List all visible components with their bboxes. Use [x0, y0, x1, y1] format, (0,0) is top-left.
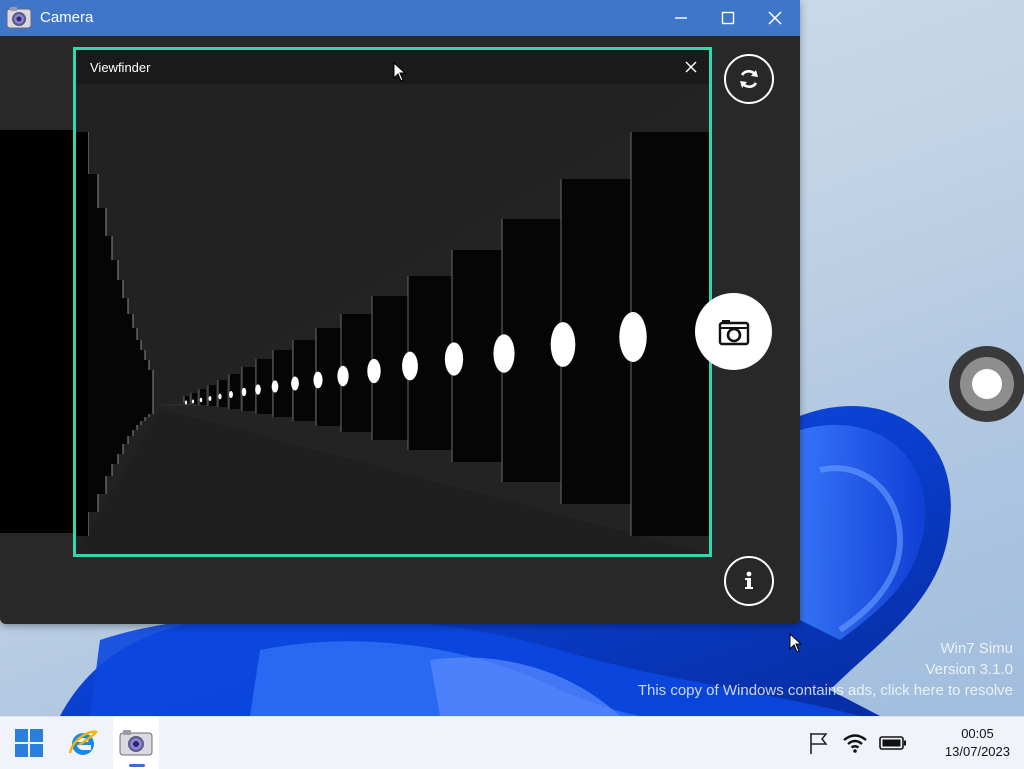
scene-shape: [619, 312, 647, 362]
watermark-line-version: Version 3.1.0: [925, 661, 1013, 678]
scene-shape: [208, 385, 216, 406]
close-icon: [685, 61, 697, 73]
scene-shape: [313, 371, 323, 389]
scene-shape: [291, 376, 299, 391]
scene-shape: [367, 358, 381, 384]
mouse-cursor-icon: [789, 633, 803, 653]
viewfinder-title: Viewfinder: [90, 60, 151, 75]
switch-camera-button[interactable]: [724, 54, 774, 104]
scene-shape: [208, 395, 212, 402]
internet-explorer-icon: [68, 730, 99, 755]
assistive-touch-button[interactable]: [949, 346, 1024, 422]
scene-shape: [271, 380, 279, 393]
watermark-line-name: Win7 Simu: [940, 640, 1013, 657]
scene-shape: [218, 380, 227, 407]
scene-shape: [493, 334, 515, 373]
scene-shape: [199, 389, 206, 405]
window-title: Camera: [40, 9, 94, 26]
scene-shape: [255, 384, 261, 395]
taskbar: 00:05 13/07/2023: [0, 716, 1024, 769]
flag-icon: [810, 733, 828, 754]
wifi-icon: [843, 734, 867, 753]
mouse-cursor-icon: [393, 62, 407, 82]
assist-core: [972, 369, 1002, 399]
viewfinder-camera-feed: [76, 84, 709, 554]
capture-photo-button[interactable]: [695, 293, 772, 370]
camera-window: Camera Viewfinder: [0, 0, 800, 624]
camera-app-icon: [119, 730, 153, 756]
minimize-button[interactable]: [658, 0, 704, 36]
battery-icon: [879, 736, 906, 750]
tray-battery[interactable]: [876, 717, 910, 769]
activation-watermark[interactable]: Win7 Simu Version 3.1.0 This copy of Win…: [638, 638, 1013, 701]
tray-wifi[interactable]: [840, 717, 870, 769]
start-button[interactable]: [6, 717, 52, 769]
tray-flag[interactable]: [804, 717, 834, 769]
camera-app-icon: [6, 6, 32, 30]
taskbar-camera[interactable]: [113, 717, 159, 769]
camera-icon: [718, 319, 749, 345]
watermark-line-ads[interactable]: This copy of Windows contains ads, click…: [638, 680, 1013, 701]
scene-shape: [218, 393, 222, 400]
scene-shape: [402, 351, 418, 381]
scene-shape: [191, 393, 197, 404]
scene-shape: [550, 322, 576, 367]
info-icon: [745, 571, 753, 589]
close-button[interactable]: [752, 0, 798, 36]
info-button[interactable]: [724, 556, 774, 606]
window-titlebar[interactable]: Camera: [0, 0, 800, 36]
scene-shape: [184, 400, 188, 405]
viewfinder-close-button[interactable]: [681, 57, 701, 77]
scene-shape: [229, 390, 233, 399]
taskbar-internet-explorer[interactable]: [60, 717, 106, 769]
scene-shape: [76, 132, 88, 536]
clock-date: 13/07/2023: [944, 744, 1010, 759]
active-app-indicator: [129, 764, 145, 767]
close-icon: [768, 11, 782, 25]
scene-shape: [191, 399, 195, 404]
maximize-button[interactable]: [705, 0, 751, 36]
start-icon: [15, 729, 43, 757]
viewfinder-panel: Viewfinder: [73, 47, 712, 557]
maximize-icon: [721, 11, 735, 25]
taskbar-clock[interactable]: 00:05 13/07/2023: [945, 725, 1010, 761]
scene-shape: [444, 342, 464, 376]
scene-shape: [199, 397, 203, 403]
rotate-camera-icon: [740, 70, 758, 88]
minimize-icon: [675, 17, 687, 19]
scene-shape: [241, 387, 247, 397]
clock-time: 00:05: [961, 726, 994, 741]
scene-shape: [337, 365, 349, 387]
